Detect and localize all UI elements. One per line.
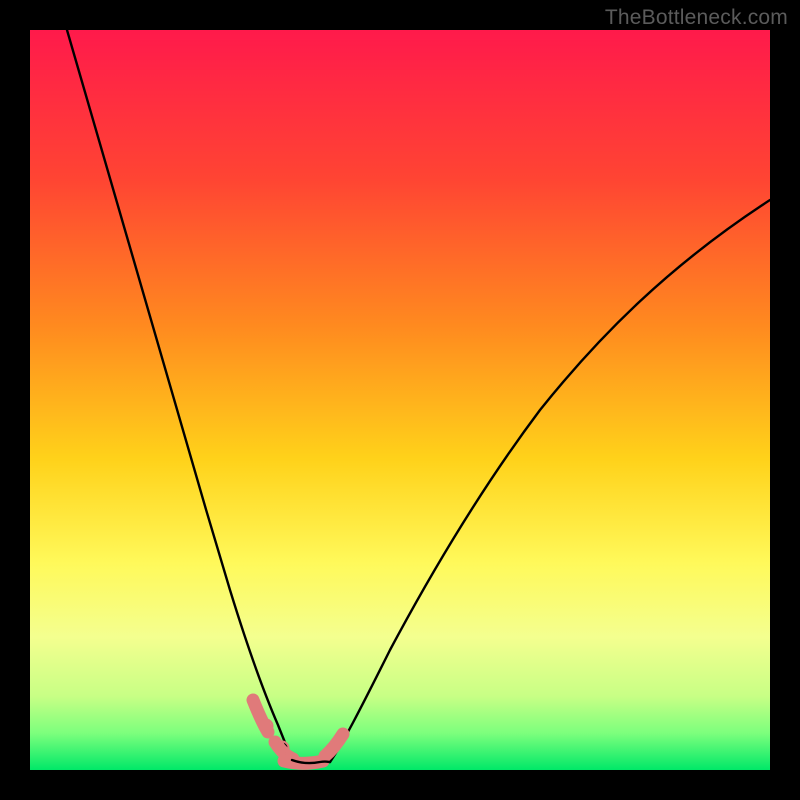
chart-frame: TheBottleneck.com [0,0,800,800]
plot-area [30,30,770,770]
watermark-text: TheBottleneck.com [605,6,788,30]
bottleneck-curve [30,30,770,770]
curve-left-branch [67,30,292,760]
curve-right-branch [330,200,770,762]
valley-floor-marker [253,700,343,763]
